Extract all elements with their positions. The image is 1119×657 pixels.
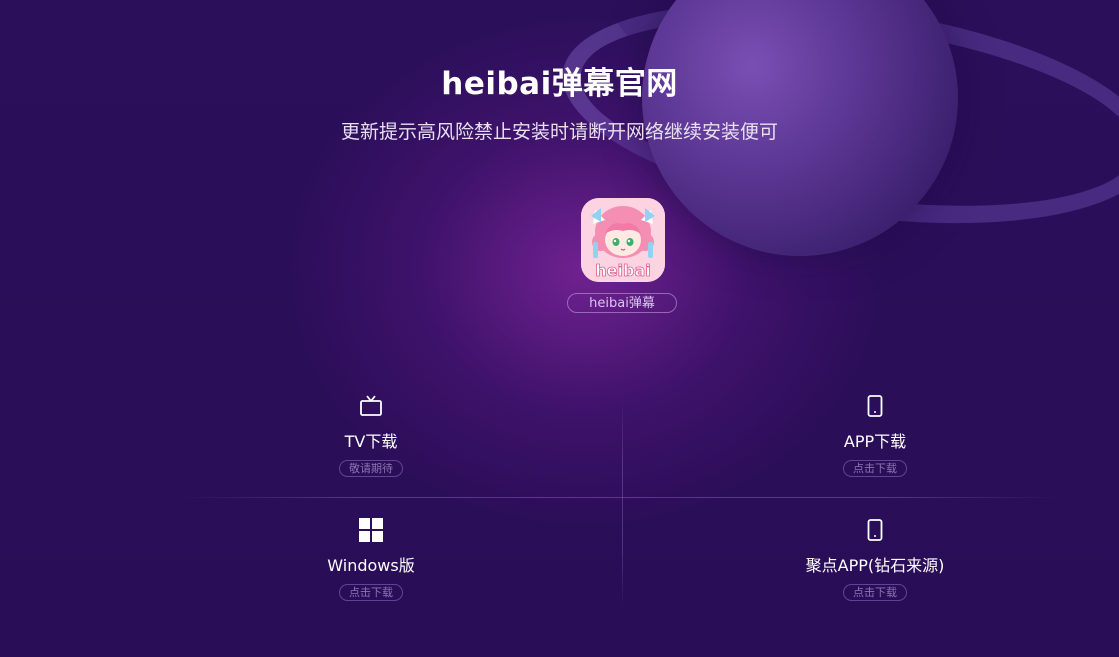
grid-divider-horizontal	[180, 497, 1060, 498]
page-header: heibai弹幕官网 更新提示高风险禁止安装时请断开网络继续安装便可	[0, 58, 1119, 144]
download-judian-app-tag[interactable]: 点击下载	[843, 584, 907, 601]
page-title: heibai弹幕官网	[441, 66, 678, 102]
download-tv[interactable]: TV下载 敬请期待	[241, 394, 501, 477]
download-windows-tag[interactable]: 点击下载	[339, 584, 403, 601]
download-app-tag[interactable]: 点击下载	[843, 460, 907, 477]
download-app-label: APP下载	[843, 432, 907, 451]
download-app[interactable]: APP下载 点击下载	[745, 394, 1005, 477]
tv-icon	[241, 394, 501, 418]
download-windows-label: Windows版	[327, 556, 415, 575]
download-tv-label: TV下载	[344, 432, 398, 451]
phone-icon	[745, 394, 1005, 418]
download-judian-app[interactable]: 聚点APP(钻石来源) 点击下载	[745, 518, 1005, 601]
grid-divider-vertical	[622, 398, 623, 608]
download-tv-tag: 敬请期待	[339, 460, 403, 477]
download-grid: TV下载 敬请期待 APP下载 点击下载 Windows版 点击下载 聚点APP…	[120, 378, 1119, 618]
svg-text:heibai: heibai	[595, 261, 650, 280]
page-subtitle: 更新提示高风险禁止安装时请断开网络继续安装便可	[340, 121, 778, 143]
phone-icon	[745, 518, 1005, 542]
app-name-badge: heibai弹幕	[567, 293, 677, 313]
windows-icon	[241, 518, 501, 542]
download-judian-app-label: 聚点APP(钻石来源)	[805, 556, 945, 575]
app-logo-icon: heibai	[581, 198, 665, 282]
download-windows[interactable]: Windows版 点击下载	[241, 518, 501, 601]
